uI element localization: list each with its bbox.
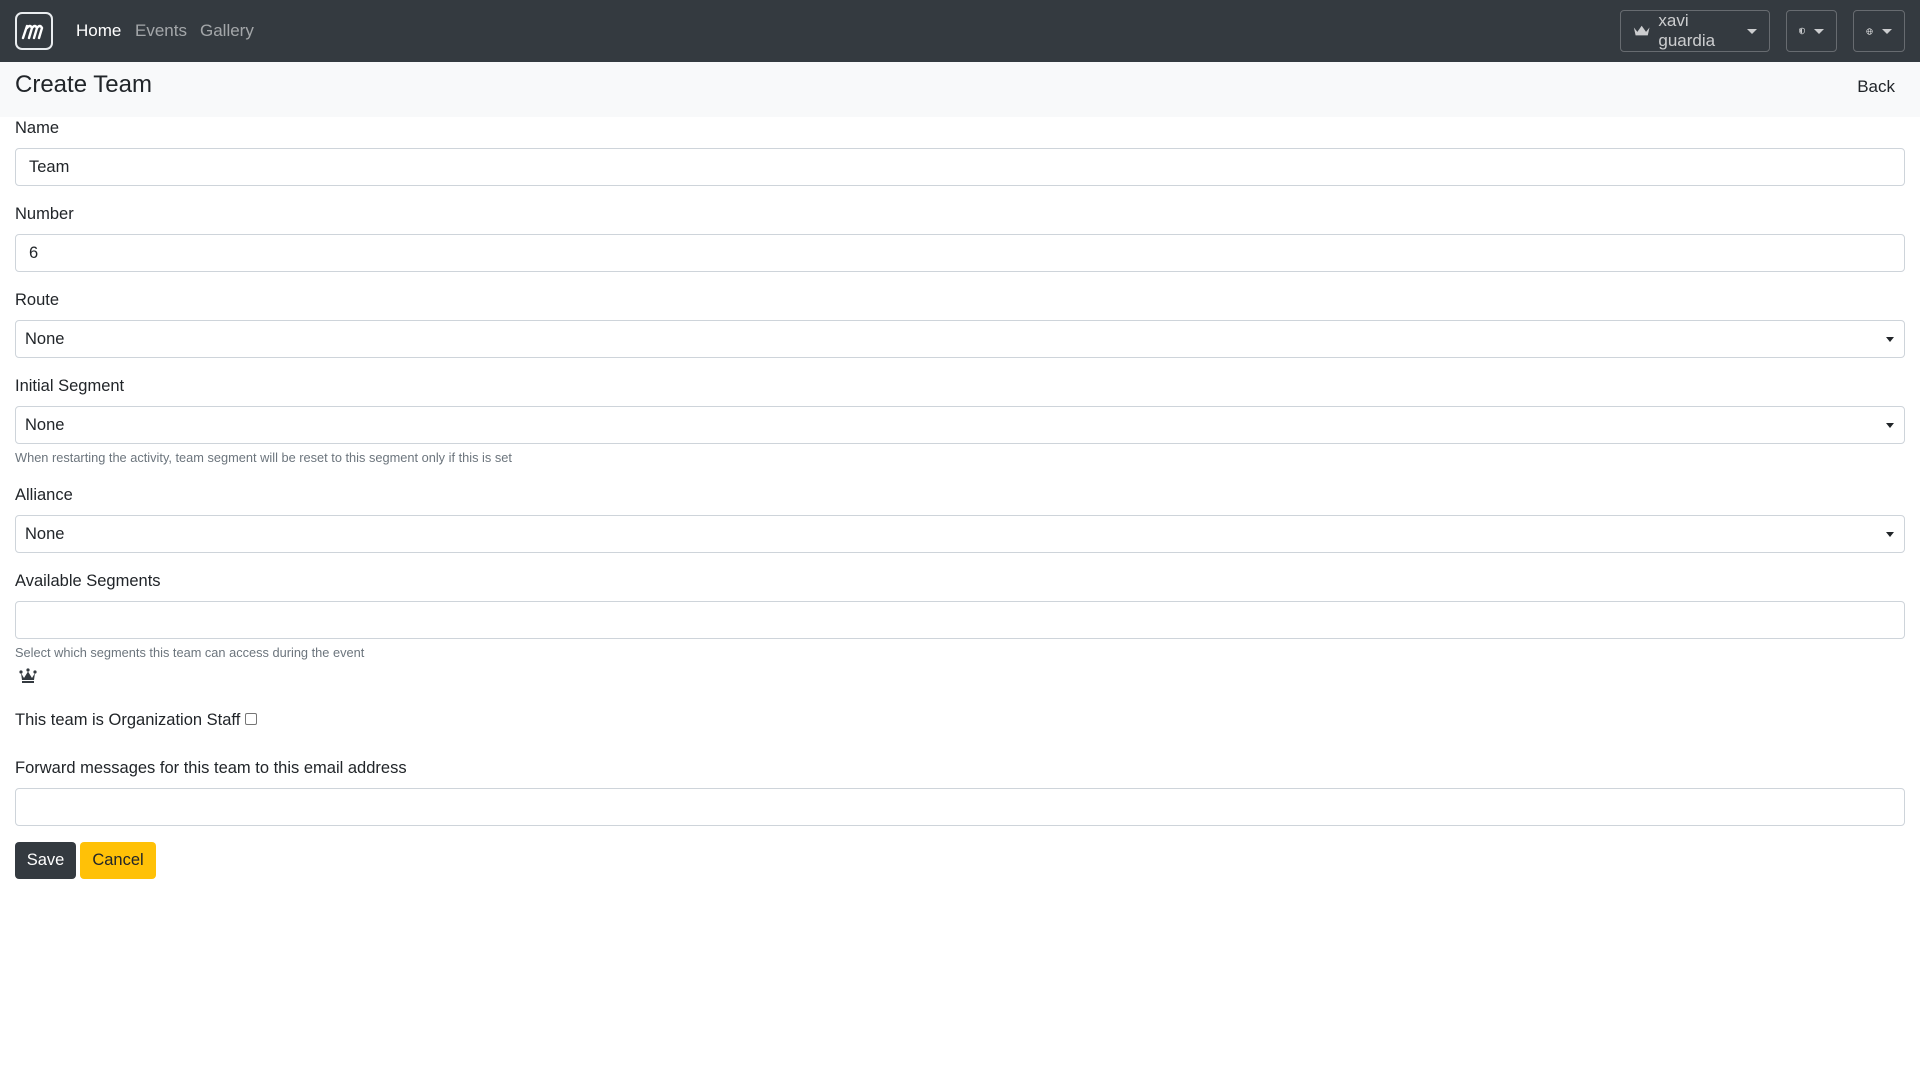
chevron-down-icon bbox=[1886, 532, 1894, 537]
chevron-down-icon bbox=[1886, 423, 1894, 428]
route-label: Route bbox=[15, 291, 60, 309]
forward-email-input[interactable] bbox=[15, 788, 1905, 826]
user-name: xavi guardia bbox=[1658, 11, 1716, 50]
nav-events-link[interactable]: Events bbox=[135, 21, 187, 41]
forward-email-label: Forward messages for this team to this e… bbox=[15, 759, 407, 777]
page-header bbox=[0, 62, 1920, 117]
name-label: Name bbox=[15, 119, 60, 137]
top-navbar: Home Events Gallery xavi guardia bbox=[0, 0, 1920, 62]
available-segments-input[interactable] bbox=[15, 601, 1905, 639]
globe-icon bbox=[1866, 27, 1873, 35]
alliance-select[interactable]: None bbox=[15, 515, 1905, 553]
initial-segment-label: Initial Segment bbox=[15, 377, 125, 395]
page-title: Create Team bbox=[15, 71, 152, 98]
number-label: Number bbox=[15, 205, 74, 223]
org-staff-label: This team is Organization Staff bbox=[15, 711, 241, 729]
crown-icon bbox=[1633, 25, 1650, 36]
logo-icon[interactable] bbox=[15, 12, 53, 50]
available-segments-label: Available Segments bbox=[15, 572, 161, 590]
crown-icon bbox=[19, 668, 37, 683]
language-menu-button[interactable] bbox=[1853, 10, 1905, 52]
initial-segment-value: None bbox=[25, 415, 65, 434]
logo-glyph bbox=[21, 24, 44, 40]
number-input[interactable]: 6 bbox=[15, 234, 1905, 272]
chevron-down-icon bbox=[1814, 28, 1824, 34]
nav-gallery-link[interactable]: Gallery bbox=[200, 21, 254, 41]
org-staff-checkbox[interactable] bbox=[245, 712, 258, 725]
save-button[interactable]: Save bbox=[15, 842, 76, 879]
alliance-value: None bbox=[25, 524, 65, 543]
available-segments-help: Select which segments this team can acce… bbox=[15, 645, 365, 660]
alliance-label: Alliance bbox=[15, 486, 73, 504]
name-input[interactable]: Team bbox=[15, 148, 1905, 186]
cancel-button[interactable]: Cancel bbox=[80, 842, 156, 879]
initial-segment-select[interactable]: None bbox=[15, 406, 1905, 444]
number-value: 6 bbox=[29, 243, 39, 262]
chevron-down-icon bbox=[1886, 337, 1894, 342]
user-menu-button[interactable]: xavi guardia bbox=[1620, 10, 1770, 52]
route-select[interactable]: None bbox=[15, 320, 1905, 358]
admin-menu-button[interactable] bbox=[1786, 10, 1837, 52]
initial-segment-help: When restarting the activity, team segme… bbox=[15, 450, 512, 465]
shield-icon bbox=[1799, 27, 1805, 35]
back-link[interactable]: Back bbox=[1857, 77, 1895, 97]
name-value: Team bbox=[29, 157, 70, 176]
chevron-down-icon bbox=[1747, 28, 1757, 34]
nav-home-link[interactable]: Home bbox=[76, 21, 121, 41]
chevron-down-icon bbox=[1882, 28, 1892, 34]
route-value: None bbox=[25, 329, 65, 348]
org-staff-row: This team is Organization Staff bbox=[15, 710, 258, 730]
